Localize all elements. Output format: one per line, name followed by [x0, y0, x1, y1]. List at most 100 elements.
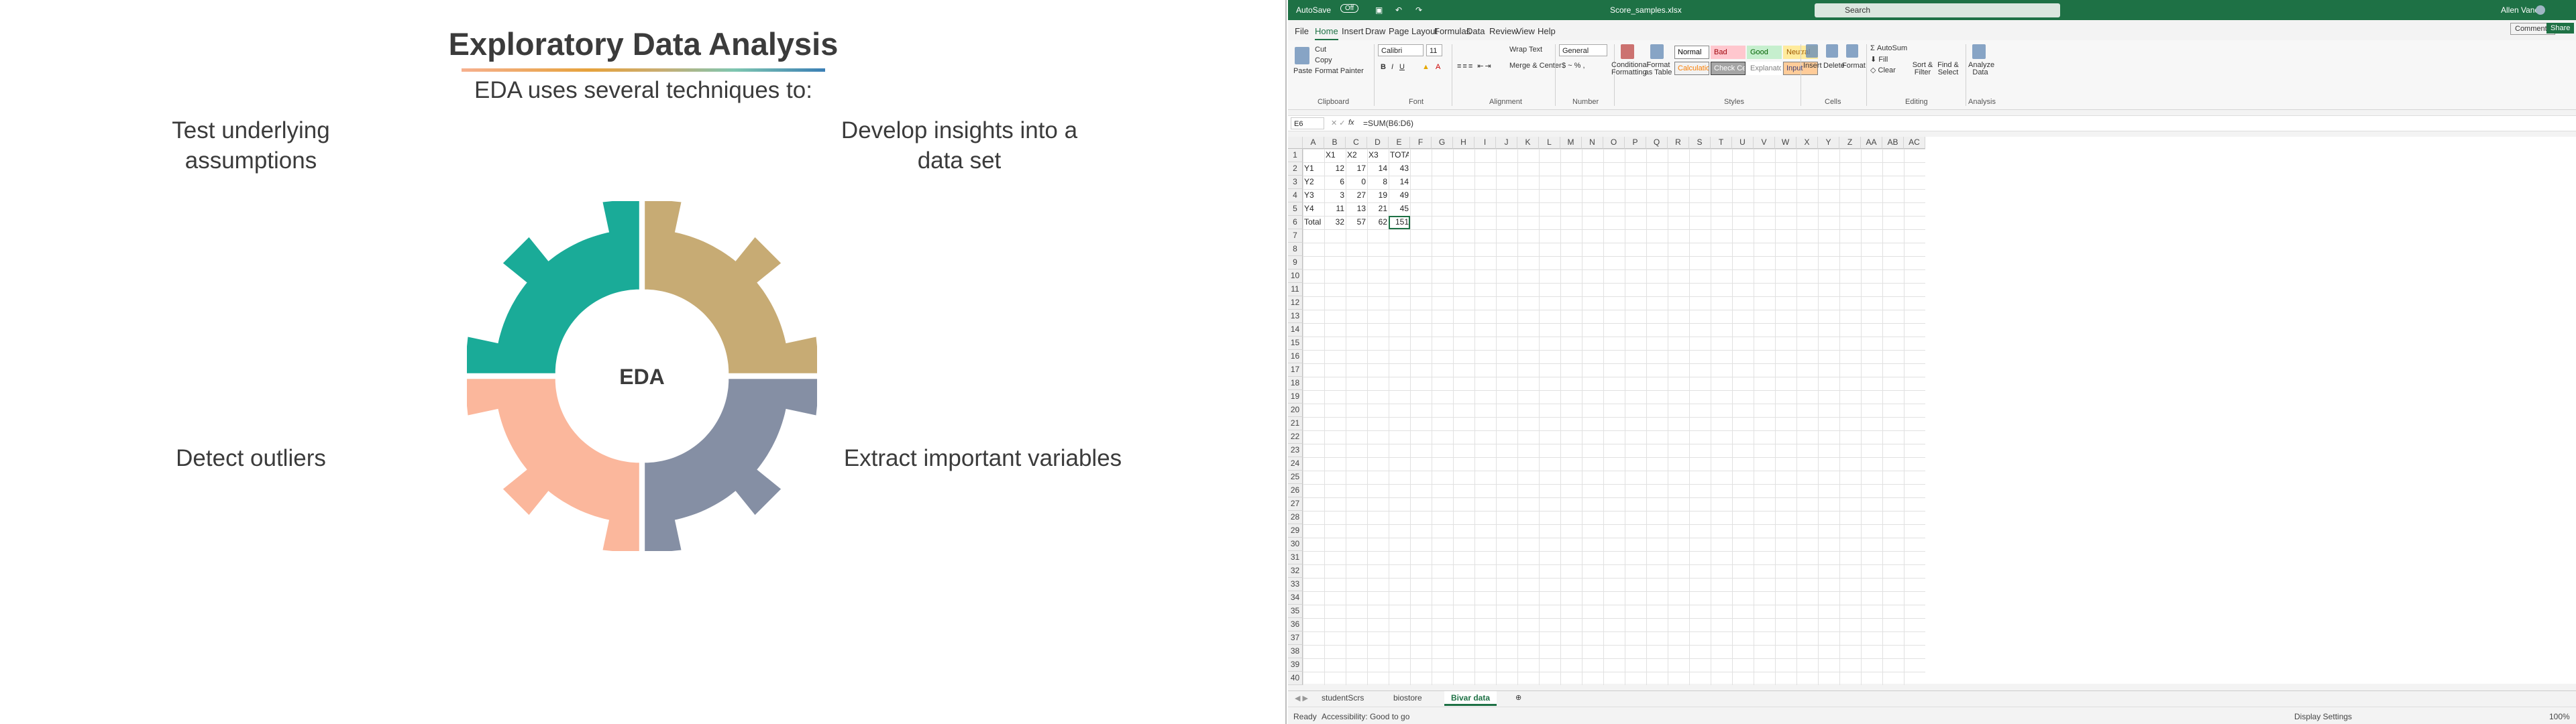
table-cell[interactable]: 12	[1326, 162, 1344, 176]
save-icon[interactable]: ▣	[1375, 5, 1383, 15]
cell-style-normal[interactable]: Normal	[1674, 46, 1709, 59]
sheet-nav-icons[interactable]: ◀ ▶	[1295, 694, 1308, 703]
table-cell[interactable]: 45	[1390, 202, 1409, 216]
column-header[interactable]: Q	[1646, 137, 1668, 149]
italic-icon[interactable]: I	[1391, 63, 1393, 71]
menu-insert[interactable]: Insert	[1342, 26, 1364, 36]
table-cell[interactable]: 32	[1326, 216, 1344, 229]
add-sheet-icon[interactable]: ⊕	[1515, 693, 1521, 702]
row-header[interactable]: 8	[1288, 243, 1303, 256]
column-header[interactable]: P	[1625, 137, 1646, 149]
column-header[interactable]: T	[1711, 137, 1732, 149]
undo-icon[interactable]: ↶	[1395, 5, 1402, 15]
row-header[interactable]: 9	[1288, 256, 1303, 269]
column-header[interactable]: S	[1689, 137, 1711, 149]
column-header[interactable]: R	[1668, 137, 1689, 149]
sheet-tab[interactable]: studentScrs	[1315, 691, 1371, 706]
menu-review[interactable]: Review	[1489, 26, 1518, 36]
table-cell[interactable]: 19	[1368, 189, 1387, 202]
row-header[interactable]: 28	[1288, 511, 1303, 524]
table-cell[interactable]: Y1	[1304, 162, 1323, 176]
name-box[interactable]: E6	[1291, 117, 1324, 129]
accessibility-status[interactable]: Accessibility: Good to go	[1322, 712, 1409, 721]
worksheet-grid[interactable]: A B C D E F G H I J K L M N O P Q R S T U V W X Y Z AA AB AC 1 2 3 4 5 6 7 8…	[1288, 137, 2576, 685]
row-header[interactable]: 16	[1288, 350, 1303, 363]
column-header[interactable]: Y	[1818, 137, 1839, 149]
row-header[interactable]: 39	[1288, 658, 1303, 672]
column-header[interactable]: G	[1432, 137, 1453, 149]
column-header[interactable]: L	[1539, 137, 1560, 149]
table-cell[interactable]: X1	[1326, 149, 1344, 162]
row-header[interactable]: 13	[1288, 310, 1303, 323]
redo-icon[interactable]: ↷	[1415, 5, 1422, 15]
row-header[interactable]: 40	[1288, 672, 1303, 685]
row-header[interactable]: 27	[1288, 497, 1303, 511]
delete-cells-icon[interactable]	[1826, 44, 1838, 58]
row-header[interactable]: 26	[1288, 484, 1303, 497]
select-all-corner[interactable]	[1288, 137, 1303, 149]
table-cell[interactable]: Y4	[1304, 202, 1323, 216]
row-header[interactable]: 29	[1288, 524, 1303, 538]
table-cell[interactable]: 17	[1347, 162, 1366, 176]
share-button[interactable]: Share	[2546, 23, 2575, 34]
row-header[interactable]: 23	[1288, 444, 1303, 457]
cut-button[interactable]: Cut	[1315, 46, 1326, 54]
fill-button[interactable]: ⬇ Fill	[1870, 55, 1888, 64]
row-header[interactable]: 22	[1288, 430, 1303, 444]
formula-bar-buttons[interactable]: ✕ ✓	[1331, 119, 1346, 127]
column-header[interactable]: C	[1346, 137, 1367, 149]
column-header[interactable]: N	[1582, 137, 1603, 149]
column-header[interactable]: AA	[1861, 137, 1882, 149]
conditional-formatting-icon[interactable]	[1621, 44, 1634, 59]
row-header[interactable]: 19	[1288, 390, 1303, 404]
row-header[interactable]: 12	[1288, 296, 1303, 310]
copy-button[interactable]: Copy	[1315, 56, 1332, 64]
fill-color-icon[interactable]: ▲	[1422, 63, 1430, 71]
row-header[interactable]: 5	[1288, 202, 1303, 216]
row-header[interactable]: 36	[1288, 618, 1303, 631]
table-cell[interactable]: Total	[1304, 216, 1323, 229]
search-box[interactable]: Search	[1815, 3, 2060, 17]
column-header[interactable]: F	[1410, 137, 1432, 149]
row-header[interactable]: 15	[1288, 337, 1303, 350]
paste-button[interactable]: Paste	[1293, 67, 1312, 75]
row-header[interactable]: 1	[1288, 149, 1303, 162]
row-header[interactable]: 34	[1288, 591, 1303, 605]
menu-home[interactable]: Home	[1315, 26, 1338, 41]
table-cell[interactable]: 6	[1326, 176, 1344, 189]
table-cell[interactable]: X3	[1368, 149, 1387, 162]
table-cell[interactable]: 14	[1390, 176, 1409, 189]
table-cell[interactable]: 3	[1326, 189, 1344, 202]
row-header[interactable]: 30	[1288, 538, 1303, 551]
cell-style-calculation[interactable]: Calculation	[1674, 62, 1709, 75]
bold-icon[interactable]: B	[1381, 63, 1386, 71]
avatar[interactable]	[2536, 5, 2545, 15]
table-cell[interactable]: 57	[1347, 216, 1366, 229]
row-header[interactable]: 11	[1288, 283, 1303, 296]
format-cells-button[interactable]: Format	[1842, 62, 1866, 70]
row-header[interactable]: 2	[1288, 162, 1303, 176]
row-header[interactable]: 10	[1288, 269, 1303, 283]
find-select-button[interactable]: Find & Select	[1936, 62, 1960, 76]
sheet-tab[interactable]: Bivar data	[1444, 691, 1497, 706]
column-header[interactable]: H	[1453, 137, 1474, 149]
table-cell[interactable]: 21	[1368, 202, 1387, 216]
column-header[interactable]: U	[1732, 137, 1754, 149]
formula-input[interactable]: =SUM(B6:D6)	[1363, 119, 1413, 128]
row-header[interactable]: 21	[1288, 417, 1303, 430]
table-cell[interactable]: X2	[1347, 149, 1366, 162]
paste-icon[interactable]	[1295, 47, 1309, 64]
display-settings[interactable]: Display Settings	[2294, 712, 2352, 721]
row-header[interactable]: 17	[1288, 363, 1303, 377]
menu-view[interactable]: View	[1516, 26, 1535, 36]
currency-icon[interactable]: $ ~ % ,	[1562, 62, 1585, 70]
table-cell[interactable]: 8	[1368, 176, 1387, 189]
row-header[interactable]: 7	[1288, 229, 1303, 243]
underline-icon[interactable]: U	[1399, 63, 1405, 71]
align-icons[interactable]: ≡≡≡ ⇤⇥	[1457, 62, 1493, 70]
wrap-text-button[interactable]: Wrap Text	[1509, 46, 1542, 54]
cell-style-bad[interactable]: Bad	[1711, 46, 1746, 59]
autosum-button[interactable]: Σ AutoSum	[1870, 44, 1907, 52]
insert-cells-button[interactable]: Insert	[1803, 62, 1822, 70]
table-cell[interactable]: 62	[1368, 216, 1387, 229]
